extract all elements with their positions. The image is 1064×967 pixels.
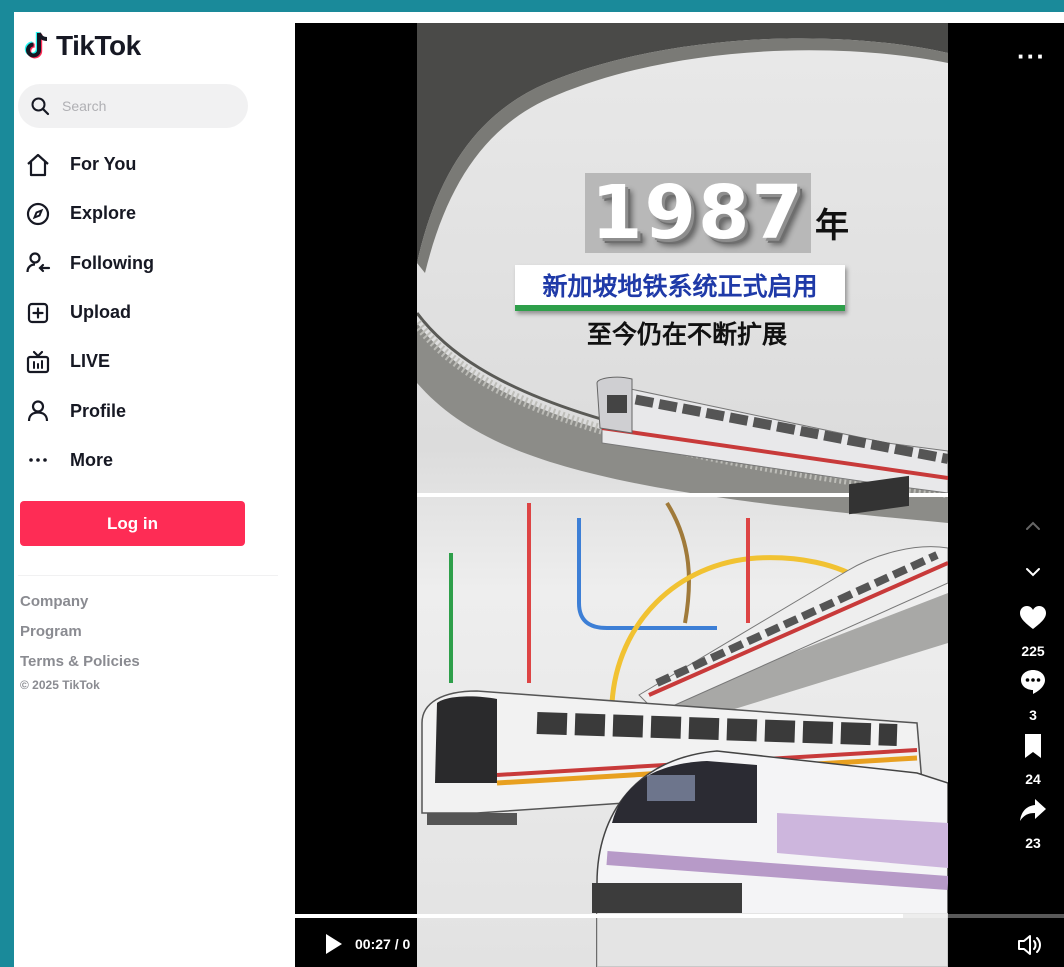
footer-link-program[interactable]: Program — [20, 622, 140, 652]
tiktok-note-icon — [24, 32, 48, 59]
sidebar-divider — [18, 575, 278, 576]
sidebar-item-label: Profile — [70, 400, 127, 421]
video-subhead: 至今仍在不断扩展 — [586, 321, 787, 349]
sidebar-item-label: For You — [70, 154, 137, 175]
volume-icon[interactable] — [1016, 933, 1042, 957]
video-player[interactable]: 1987 年 新加坡地铁系统正式启用 至今仍在不断扩展 ··· 225 3 24… — [295, 23, 1064, 967]
sidebar-item-more[interactable]: More — [14, 436, 274, 485]
share-count: 23 — [1025, 835, 1041, 851]
search-bar[interactable] — [18, 84, 248, 128]
sidebar-item-label: Following — [70, 252, 154, 273]
save-button[interactable]: 24 — [1002, 731, 1064, 787]
upload-icon — [27, 302, 49, 323]
logo-text: TikTok — [56, 30, 141, 61]
video-scene — [417, 23, 948, 967]
chevron-down-icon — [1026, 568, 1040, 577]
comment-count: 3 — [1029, 707, 1037, 723]
play-icon[interactable] — [321, 932, 345, 956]
compass-icon — [26, 202, 50, 226]
heart-icon — [1020, 606, 1046, 629]
live-icon — [26, 350, 50, 373]
sidebar-nav: For You Explore Following Upload LIVE Pr… — [14, 140, 274, 485]
sidebar-item-following[interactable]: Following — [14, 239, 274, 288]
year-suffix: 年 — [814, 207, 849, 245]
home-icon — [27, 153, 49, 176]
year-number: 1987 — [585, 173, 811, 253]
sidebar-item-explore[interactable]: Explore — [14, 189, 274, 238]
share-button[interactable]: 23 — [1002, 795, 1064, 851]
sidebar-item-for-you[interactable]: For You — [14, 140, 274, 189]
progress-fill — [295, 914, 903, 918]
comment-icon — [1021, 670, 1045, 694]
like-button[interactable]: 225 — [1002, 603, 1064, 659]
progress-bar[interactable] — [295, 914, 1064, 918]
save-count: 24 — [1025, 771, 1041, 787]
sidebar-item-label: Explore — [70, 203, 137, 224]
footer-links: Company Program Terms & Policies © 2025 … — [20, 592, 140, 692]
year-title: 1987 年 — [585, 173, 849, 253]
sidebar-item-label: LIVE — [70, 351, 111, 372]
previous-video-button[interactable] — [1002, 503, 1064, 549]
share-icon — [1020, 799, 1046, 821]
more-options-button[interactable]: ··· — [1017, 41, 1046, 72]
chevron-up-icon — [1026, 521, 1040, 530]
video-headline: 新加坡地铁系统正式启用 — [515, 265, 845, 311]
search-icon — [31, 97, 50, 116]
sidebar: TikTok For You Explore Following — [14, 12, 284, 967]
sidebar-item-upload[interactable]: Upload — [14, 288, 274, 337]
login-button[interactable]: Log in — [20, 501, 245, 546]
sidebar-item-label: Upload — [70, 302, 131, 323]
like-count: 225 — [1021, 643, 1045, 659]
video-actions: 225 3 24 23 — [1002, 503, 1064, 851]
comment-button[interactable]: 3 — [1002, 667, 1064, 723]
footer-link-company[interactable]: Company — [20, 592, 140, 622]
following-icon — [26, 252, 51, 273]
copyright: © 2025 TikTok — [20, 678, 100, 692]
more-dots-icon — [29, 458, 47, 463]
bookmark-icon — [1025, 734, 1041, 758]
player-controls: 00:27 / 0 — [295, 921, 1064, 967]
sidebar-item-profile[interactable]: Profile — [14, 386, 274, 435]
app-frame: TikTok For You Explore Following — [14, 12, 1064, 967]
sidebar-item-live[interactable]: LIVE — [14, 337, 274, 386]
tiktok-logo[interactable]: TikTok — [24, 26, 141, 66]
next-video-button[interactable] — [1002, 549, 1064, 595]
search-input[interactable] — [60, 97, 234, 115]
profile-icon — [27, 400, 49, 422]
video-frame[interactable]: 1987 年 新加坡地铁系统正式启用 至今仍在不断扩展 — [417, 23, 948, 967]
playback-time: 00:27 / 0 — [355, 936, 411, 952]
sidebar-item-label: More — [70, 449, 114, 470]
